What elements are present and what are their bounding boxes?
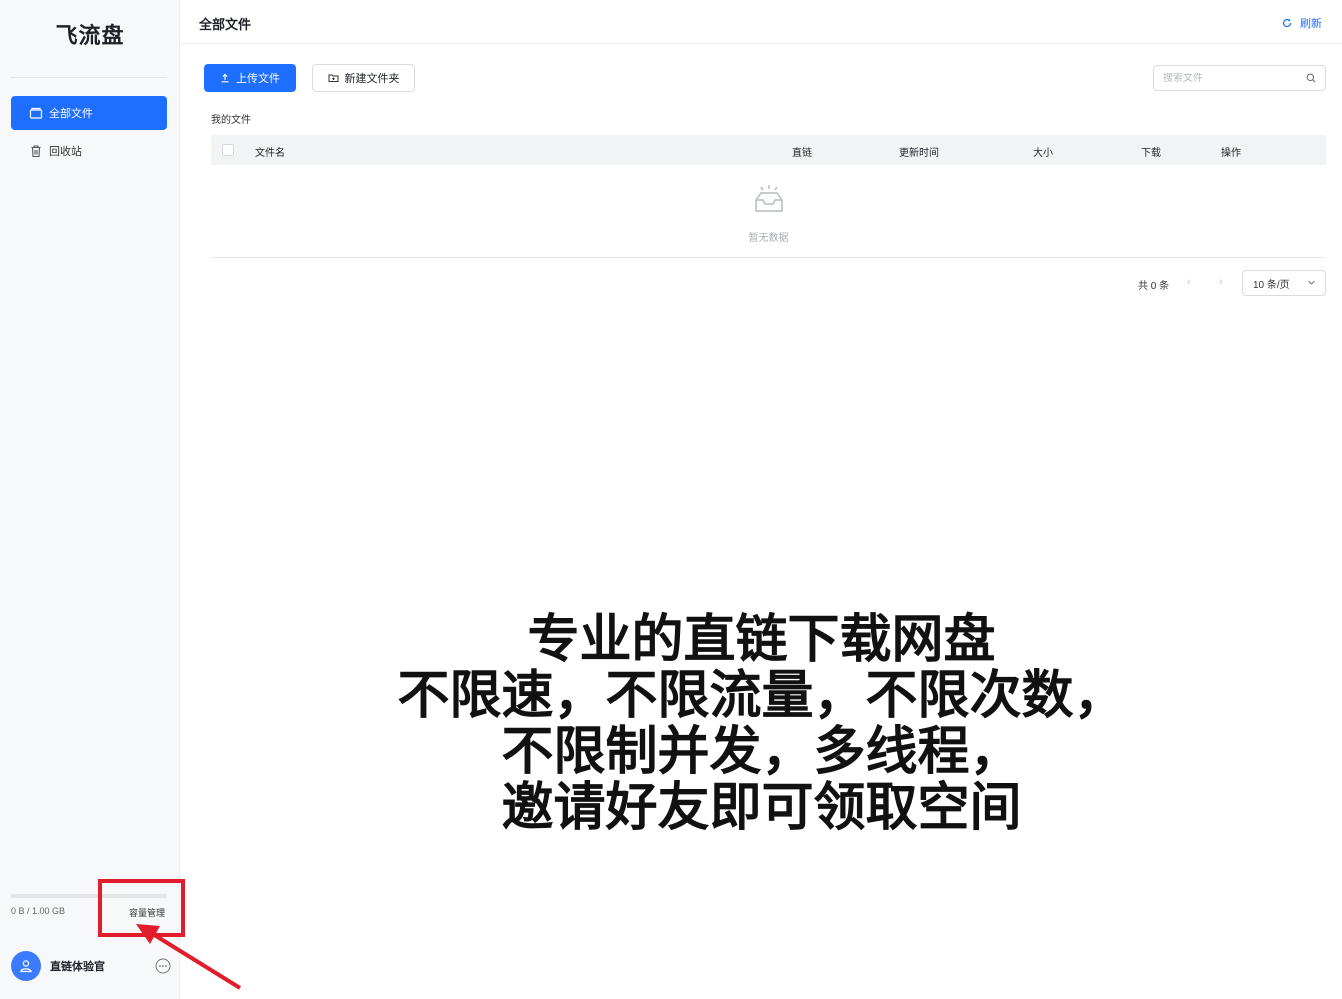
promo-caption: 专业的直链下载网盘 不限速，不限流量，不限次数， 不限制并发，多线程， 邀请好友… xyxy=(181,612,1342,836)
sidebar: 飞流盘 全部文件 回收站 0 B / 1.00 GB 容量管理 直链体验官 xyxy=(0,0,180,999)
annotation-arrow-icon xyxy=(136,924,242,990)
upload-icon xyxy=(221,73,229,83)
storage-usage-text: 0 B / 1.00 GB xyxy=(11,906,66,916)
page-size-value: 10 条/页 xyxy=(1253,279,1290,291)
select-all-checkbox[interactable] xyxy=(222,144,234,156)
column-header-name[interactable]: 文件名 xyxy=(255,144,285,159)
top-header: 全部文件 刷新 xyxy=(181,0,1342,44)
refresh-icon xyxy=(1282,18,1292,28)
caption-line: 专业的直链下载网盘 xyxy=(527,610,996,670)
sidebar-item-all-files[interactable]: 全部文件 xyxy=(11,96,167,130)
folder-icon xyxy=(29,106,43,120)
upload-label: 上传文件 xyxy=(236,73,280,85)
avatar[interactable] xyxy=(11,951,41,981)
next-page-button[interactable]: › xyxy=(1219,276,1223,288)
divider xyxy=(10,77,167,78)
search-input[interactable] xyxy=(1163,72,1306,84)
sidebar-item-label: 全部文件 xyxy=(49,108,93,120)
sidebar-item-label: 回收站 xyxy=(49,146,82,158)
user-icon xyxy=(20,960,32,973)
new-folder-label: 新建文件夹 xyxy=(344,73,400,85)
upload-button[interactable]: 上传文件 xyxy=(204,64,296,92)
empty-state: 暂无数据 xyxy=(211,165,1326,258)
caption-line: 不限制并发，多线程， xyxy=(501,722,1022,782)
pagination-total: 共 0 条 xyxy=(1138,281,1170,292)
search-icon[interactable] xyxy=(1306,73,1316,83)
column-header-size[interactable]: 大小 xyxy=(1033,144,1053,159)
column-header-download: 下载 xyxy=(1141,148,1161,159)
column-header-direct-link: 直链 xyxy=(792,148,812,159)
empty-inbox-icon xyxy=(755,185,783,212)
caption-line: 不限速，不限流量，不限次数， xyxy=(397,666,1126,726)
page-size-select[interactable]: 10 条/页 xyxy=(1242,270,1326,296)
caption-line: 邀请好友即可领取空间 xyxy=(501,778,1022,838)
refresh-button[interactable]: 刷新 xyxy=(1282,15,1322,31)
refresh-label: 刷新 xyxy=(1300,18,1322,30)
sidebar-item-trash[interactable]: 回收站 xyxy=(11,134,167,168)
chevron-down-icon xyxy=(1308,280,1315,285)
app-logo: 飞流盘 xyxy=(55,23,125,48)
new-folder-icon xyxy=(328,74,338,82)
new-folder-button[interactable]: 新建文件夹 xyxy=(312,64,415,92)
file-table-header: 文件名 直链 更新时间 大小 下载 操作 xyxy=(211,135,1326,165)
trash-icon xyxy=(29,144,43,158)
column-header-updated[interactable]: 更新时间 xyxy=(899,144,939,159)
breadcrumb[interactable]: 我的文件 xyxy=(211,111,251,126)
page-title: 全部文件 xyxy=(199,17,252,32)
search-box[interactable] xyxy=(1153,65,1326,91)
column-header-actions: 操作 xyxy=(1221,148,1241,159)
empty-text: 暂无数据 xyxy=(748,233,789,244)
prev-page-button[interactable]: ‹ xyxy=(1187,276,1191,288)
